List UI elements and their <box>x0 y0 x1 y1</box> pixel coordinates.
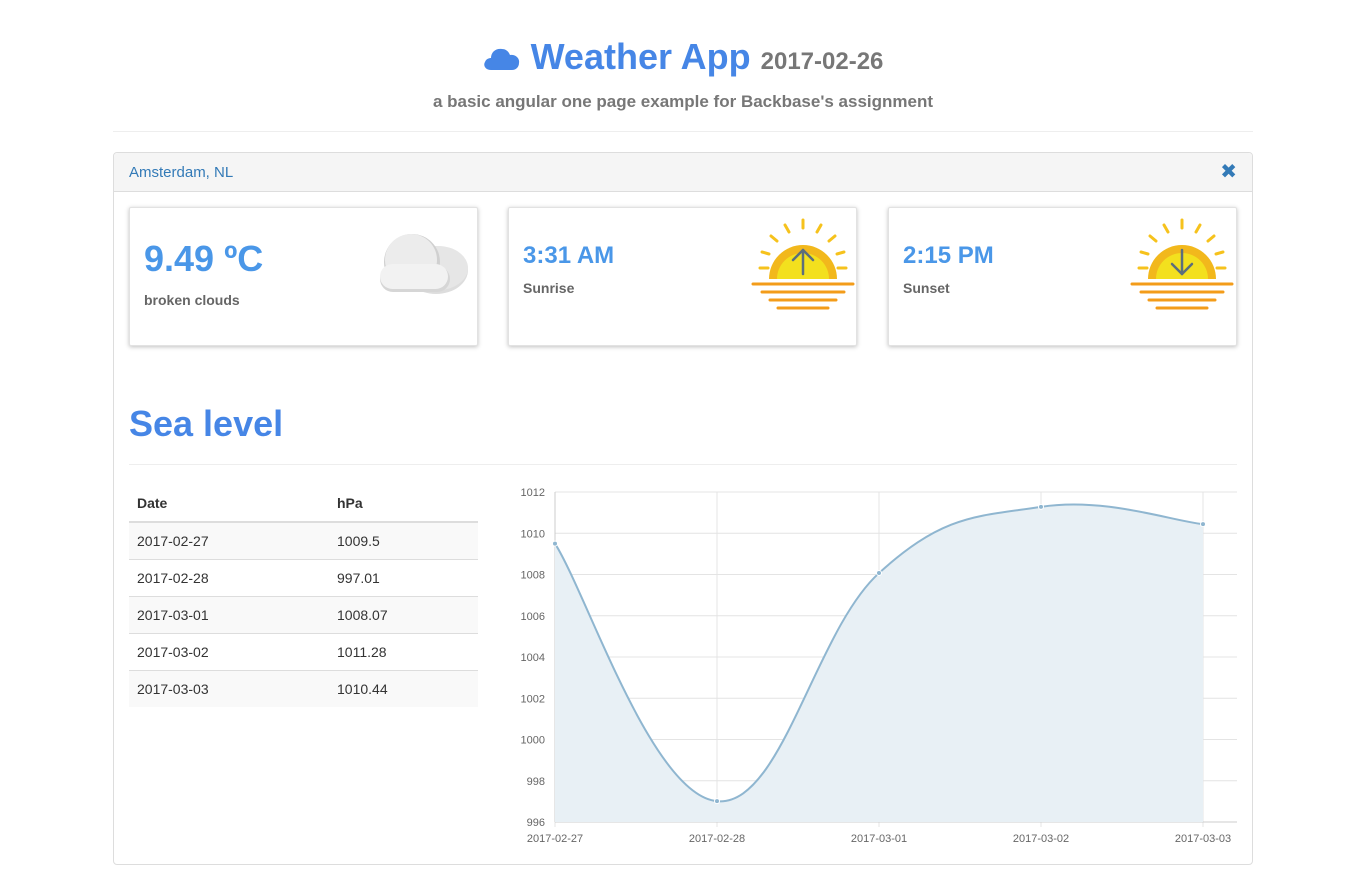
cloud-icon <box>483 48 519 70</box>
cell-date: 2017-03-02 <box>129 633 329 671</box>
sunset-icon <box>1130 218 1234 310</box>
cell-hpa: 1008.07 <box>329 596 478 634</box>
city-panel: Amsterdam, NL ✖ 9.49 ºC broken clouds 3:… <box>113 152 1253 865</box>
table-row: 2017-03-01 1008.07 <box>129 596 478 634</box>
weather-description: broken clouds <box>144 292 240 308</box>
y-tick-label: 1012 <box>521 487 545 499</box>
sunset-card: 2:15 PM Sunset <box>888 207 1237 346</box>
sunrise-card: 3:31 AM Sunrise <box>508 207 857 346</box>
table-row: 2017-02-28 997.01 <box>129 559 478 597</box>
header-divider <box>113 131 1253 132</box>
table-row: 2017-03-02 1011.28 <box>129 633 478 671</box>
cell-hpa: 1010.44 <box>329 670 478 707</box>
section-divider <box>129 464 1237 465</box>
cell-date: 2017-03-03 <box>129 670 329 707</box>
y-tick-label: 1006 <box>521 611 545 623</box>
x-tick-label: 2017-02-27 <box>527 833 583 845</box>
table-row: 2017-02-27 1009.5 <box>129 521 478 560</box>
sunrise-time: 3:31 AM <box>523 242 615 269</box>
cell-hpa: 1011.28 <box>329 633 478 671</box>
sunrise-icon <box>751 218 855 310</box>
data-point <box>1200 521 1206 528</box>
sunset-time: 2:15 PM <box>903 242 994 269</box>
section-title: Sea level <box>129 403 284 444</box>
y-tick-label: 1010 <box>521 528 545 540</box>
cloud-icon <box>380 234 468 294</box>
column-header-date: Date <box>129 485 329 523</box>
temperature-card: 9.49 ºC broken clouds <box>129 207 478 346</box>
column-header-hpa: hPa <box>329 485 478 523</box>
x-tick-label: 2017-03-03 <box>1175 833 1231 845</box>
cell-date: 2017-02-28 <box>129 559 329 597</box>
temperature-value: 9.49 ºC <box>144 238 264 279</box>
x-tick-label: 2017-03-02 <box>1013 833 1069 845</box>
cell-date: 2017-02-27 <box>129 521 329 560</box>
current-date: 2017-02-26 <box>760 48 884 75</box>
y-tick-label: 1000 <box>521 735 545 747</box>
data-point <box>876 570 882 577</box>
y-tick-label: 1008 <box>521 570 545 582</box>
cell-hpa: 1009.5 <box>329 521 478 560</box>
y-tick-label: 998 <box>527 776 545 788</box>
table-row: 2017-03-03 1010.44 <box>129 670 478 707</box>
city-name-link[interactable]: Amsterdam, NL <box>129 164 233 181</box>
cell-date: 2017-03-01 <box>129 596 329 634</box>
page-header: Weather App 2017-02-26 a basic angular o… <box>113 36 1253 112</box>
y-tick-label: 1004 <box>521 652 545 664</box>
sunrise-label: Sunrise <box>523 280 575 296</box>
title-row: Weather App 2017-02-26 <box>113 36 1253 86</box>
table-header-row: Date hPa <box>129 485 478 523</box>
data-point <box>714 798 720 805</box>
x-tick-label: 2017-02-28 <box>689 833 745 845</box>
sunset-label: Sunset <box>903 280 950 296</box>
app-title: Weather App <box>530 36 751 77</box>
data-point <box>1038 503 1044 510</box>
app-subtitle: a basic angular one page example for Bac… <box>432 92 934 111</box>
y-tick-label: 996 <box>527 817 545 829</box>
panel-heading: Amsterdam, NL ✖ <box>114 153 1252 192</box>
close-icon[interactable]: ✖ <box>1220 162 1237 182</box>
cell-hpa: 997.01 <box>329 559 478 597</box>
sea-level-chart: 996 998 1000 1002 1004 1006 1008 1010 1012 2017-0… <box>521 487 1237 845</box>
sea-level-table: Date hPa 2017-02-27 1009.5 2017-02-28 99… <box>129 485 478 707</box>
y-tick-label: 1002 <box>521 693 545 705</box>
x-tick-label: 2017-03-01 <box>851 833 907 845</box>
data-point <box>552 540 558 547</box>
